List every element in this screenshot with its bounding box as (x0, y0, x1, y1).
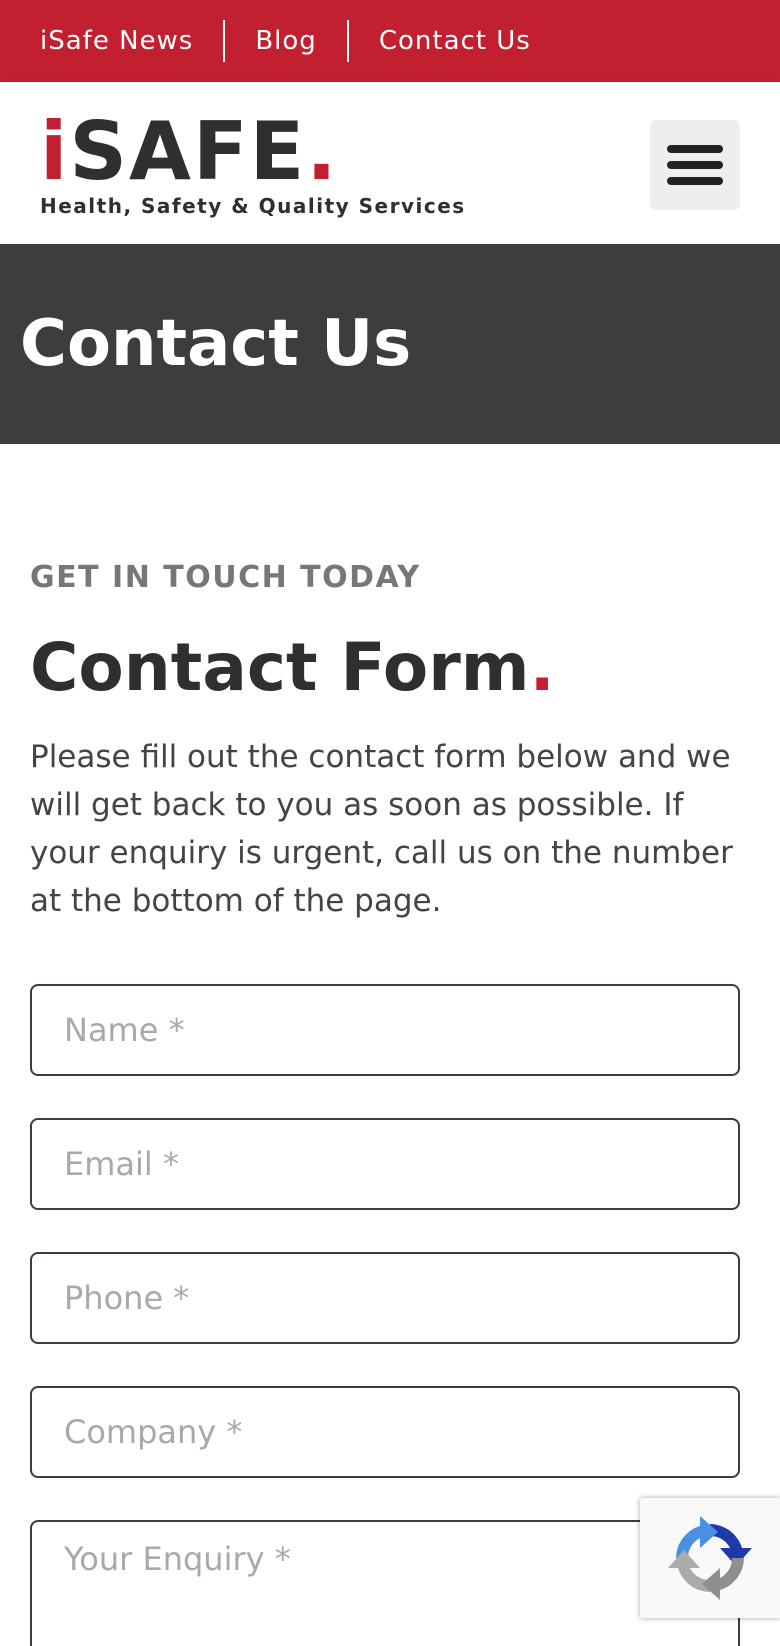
nav-divider (346, 20, 349, 62)
logo-letters-safe: SAFE (69, 105, 307, 198)
phone-field[interactable] (30, 1252, 740, 1344)
menu-bar (667, 161, 723, 169)
logo-letter-i: i (40, 105, 70, 198)
menu-bar (667, 177, 723, 185)
logo-tagline: Health, Safety & Quality Services (40, 194, 466, 218)
page-banner: Contact Us (0, 244, 780, 444)
contact-form-heading-text: Contact Form (30, 629, 530, 706)
site-header: iSAFE. Health, Safety & Quality Services (0, 82, 780, 244)
heading-accent-dot: . (529, 629, 555, 706)
name-field[interactable] (30, 984, 740, 1076)
company-field[interactable] (30, 1386, 740, 1478)
top-navigation-bar: iSafe News Blog Contact Us (0, 0, 780, 82)
nav-link-blog[interactable]: Blog (255, 26, 316, 56)
hamburger-menu-icon[interactable] (650, 120, 740, 210)
email-field[interactable] (30, 1118, 740, 1210)
nav-link-contact-us[interactable]: Contact Us (379, 26, 531, 56)
logo-dot: . (306, 105, 339, 198)
nav-divider (223, 20, 226, 62)
contact-intro-section: GET IN TOUCH TODAY Contact Form. Please … (30, 560, 740, 925)
enquiry-field[interactable] (30, 1520, 740, 1646)
contact-form-heading: Contact Form. (30, 631, 740, 705)
nav-link-isafe-news[interactable]: iSafe News (40, 26, 193, 56)
recaptcha-icon (668, 1516, 752, 1600)
section-eyebrow: GET IN TOUCH TODAY (30, 560, 421, 595)
menu-bar (667, 145, 723, 153)
page-title: Contact Us (20, 307, 412, 381)
recaptcha-badge[interactable] (640, 1498, 780, 1618)
isafe-logo[interactable]: iSAFE. Health, Safety & Quality Services (40, 112, 466, 219)
logo-wordmark: iSAFE. (40, 112, 466, 192)
intro-paragraph: Please fill out the contact form below a… (30, 739, 733, 919)
